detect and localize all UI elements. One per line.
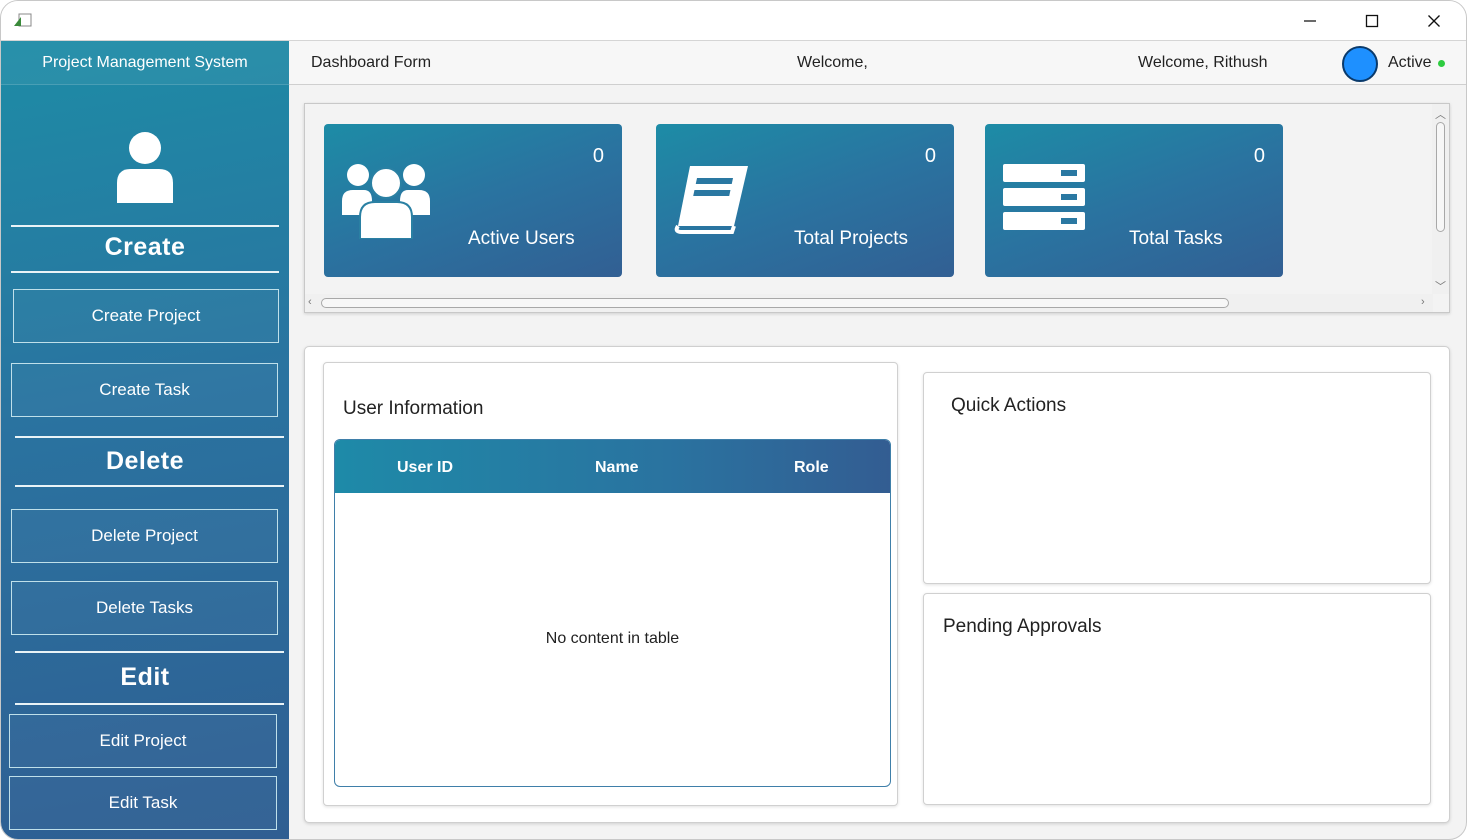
total-projects-label: Total Projects	[794, 228, 909, 249]
stats-panel: 0 Active Users 0 Total Projects 0 Total …	[304, 103, 1450, 313]
delete-tasks-button[interactable]: Delete Tasks	[11, 581, 278, 635]
app-icon	[14, 13, 32, 27]
quick-actions-panel: Quick Actions	[923, 372, 1431, 584]
divider	[11, 225, 279, 227]
welcome-text: Welcome,	[797, 54, 868, 71]
user-table[interactable]: User ID Name Role No content in table	[334, 439, 891, 787]
table-header: User ID Name Role	[335, 440, 890, 493]
divider	[15, 436, 284, 438]
user-avatar-icon	[117, 132, 173, 203]
active-users-count: 0	[592, 145, 604, 167]
section-delete-title: Delete	[105, 447, 185, 475]
close-icon	[1428, 15, 1440, 27]
status-label: Active	[1388, 54, 1432, 71]
vertical-scroll-thumb[interactable]	[1436, 122, 1445, 232]
status-indicator-icon	[1438, 60, 1445, 67]
divider	[15, 651, 284, 653]
maximize-button[interactable]	[1341, 1, 1403, 41]
create-task-button[interactable]: Create Task	[11, 363, 278, 417]
total-tasks-count: 0	[1253, 145, 1265, 167]
scroll-right-icon[interactable]: ›	[1421, 296, 1425, 308]
header-bar: Dashboard Form Welcome, Welcome, Rithush…	[289, 41, 1466, 85]
title-bar	[1, 1, 1466, 41]
column-header-role[interactable]: Role	[794, 459, 829, 477]
active-users-label: Active Users	[468, 228, 575, 249]
app-title: Project Management System	[1, 41, 289, 85]
user-information-panel: User Information User ID Name Role No co…	[323, 362, 898, 806]
column-header-name[interactable]: Name	[595, 459, 639, 477]
sidebar: Project Management System Create Create …	[1, 41, 289, 839]
app-window: Project Management System Create Create …	[0, 0, 1467, 840]
scroll-left-icon[interactable]: ‹	[308, 296, 312, 308]
server-icon	[1003, 164, 1085, 230]
create-project-button[interactable]: Create Project	[13, 289, 279, 343]
column-header-user-id[interactable]: User ID	[397, 459, 453, 477]
user-status-avatar[interactable]	[1342, 46, 1378, 82]
table-empty-message: No content in table	[545, 630, 680, 647]
scroll-up-icon[interactable]: ︿	[1435, 106, 1446, 122]
total-projects-count: 0	[924, 145, 936, 167]
divider	[15, 485, 284, 487]
total-tasks-label: Total Tasks	[1129, 228, 1223, 249]
close-button[interactable]	[1403, 1, 1465, 41]
form-title: Dashboard Form	[311, 54, 432, 71]
section-create-title: Create	[104, 233, 186, 261]
pending-approvals-panel: Pending Approvals	[923, 593, 1431, 805]
section-edit-title: Edit	[120, 663, 170, 691]
edit-project-button[interactable]: Edit Project	[9, 714, 277, 768]
pending-approvals-title: Pending Approvals	[943, 616, 1102, 637]
user-information-title: User Information	[343, 398, 484, 419]
divider	[15, 703, 284, 705]
divider	[11, 271, 279, 273]
scroll-down-icon[interactable]: ﹀	[1435, 278, 1446, 294]
horizontal-scrollbar[interactable]: ‹ ›	[305, 294, 1433, 312]
maximize-icon	[1365, 14, 1379, 28]
welcome-user-text: Welcome, Rithush	[1138, 54, 1268, 71]
quick-actions-title: Quick Actions	[951, 395, 1067, 416]
minimize-icon	[1304, 20, 1316, 22]
card-total-projects[interactable]: 0 Total Projects	[656, 124, 954, 277]
horizontal-scroll-thumb[interactable]	[321, 298, 1229, 308]
card-active-users[interactable]: 0 Active Users	[324, 124, 622, 277]
edit-task-button[interactable]: Edit Task	[9, 776, 277, 830]
minimize-button[interactable]	[1279, 1, 1341, 41]
book-icon	[674, 166, 748, 234]
content-panel: User Information User ID Name Role No co…	[304, 346, 1450, 823]
vertical-scrollbar[interactable]: ︿ ﹀	[1432, 104, 1449, 294]
card-total-tasks[interactable]: 0 Total Tasks	[985, 124, 1283, 277]
delete-project-button[interactable]: Delete Project	[11, 509, 278, 563]
users-icon	[342, 164, 430, 239]
